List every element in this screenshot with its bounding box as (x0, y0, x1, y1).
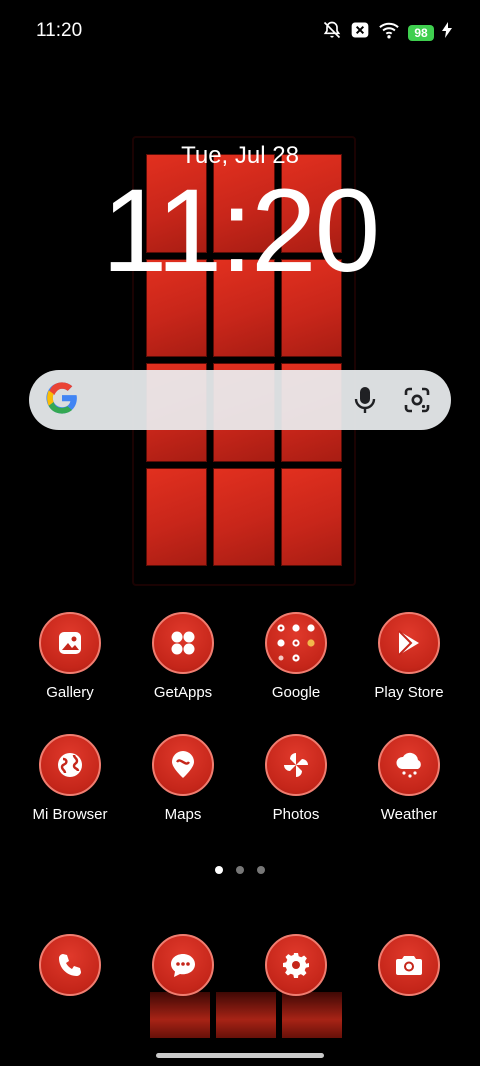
status-icons: 98 (322, 20, 452, 45)
dock-camera[interactable] (354, 934, 464, 996)
app-label: Gallery (46, 684, 94, 701)
globe-icon[interactable] (39, 734, 101, 796)
wifi-icon (378, 20, 400, 45)
google-g-icon (45, 381, 79, 420)
page-dot[interactable] (215, 866, 223, 874)
app-label: Mi Browser (32, 806, 108, 823)
google-folder-icon[interactable] (265, 612, 327, 674)
gallery-icon[interactable] (39, 612, 101, 674)
app-label: Maps (164, 806, 202, 823)
app-label: Weather (380, 806, 438, 823)
app-label: Google (271, 684, 321, 701)
app-gallery[interactable]: Gallery (15, 612, 125, 701)
battery-icon: 98 (408, 24, 434, 41)
map-pin-icon[interactable] (152, 734, 214, 796)
app-photos[interactable]: Photos (241, 734, 351, 823)
clock-time[interactable]: 11:20 (0, 172, 480, 290)
close-box-icon (350, 20, 370, 45)
messages-icon[interactable] (152, 934, 214, 996)
page-indicator (0, 866, 480, 874)
charging-bolt-icon (442, 22, 452, 43)
phone-icon[interactable] (39, 934, 101, 996)
app-play-store[interactable]: Play Store (354, 612, 464, 701)
getapps-icon[interactable] (152, 612, 214, 674)
lens-icon[interactable] (399, 382, 435, 418)
app-mi-browser[interactable]: Mi Browser (15, 734, 125, 823)
dock-phone[interactable] (15, 934, 125, 996)
app-google-folder[interactable]: Google (241, 612, 351, 701)
weather-icon[interactable] (378, 734, 440, 796)
bell-muted-icon (322, 20, 342, 45)
camera-icon[interactable] (378, 934, 440, 996)
status-bar: 11:20 98 (0, 0, 480, 62)
page-dot[interactable] (236, 866, 244, 874)
gesture-nav-handle[interactable] (156, 1053, 324, 1058)
status-time: 11:20 (36, 20, 83, 41)
app-label: GetApps (153, 684, 213, 701)
app-maps[interactable]: Maps (128, 734, 238, 823)
app-label: Play Store (374, 684, 444, 701)
dock-settings[interactable] (241, 934, 351, 996)
app-getapps[interactable]: GetApps (128, 612, 238, 701)
google-search-bar[interactable] (29, 370, 451, 430)
pinwheel-icon[interactable] (265, 734, 327, 796)
mic-icon[interactable] (347, 382, 383, 418)
app-label: Photos (272, 806, 320, 823)
play-store-icon[interactable] (378, 612, 440, 674)
wallpaper-reflection (150, 992, 342, 1038)
page-dot[interactable] (257, 866, 265, 874)
settings-icon[interactable] (265, 934, 327, 996)
app-weather[interactable]: Weather (354, 734, 464, 823)
dock-messages[interactable] (128, 934, 238, 996)
